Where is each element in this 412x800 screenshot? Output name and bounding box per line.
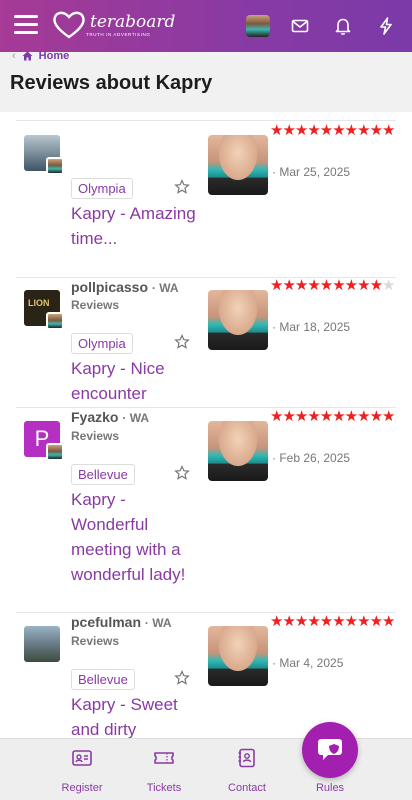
review-author[interactable]: Fyazko · WA	[71, 409, 149, 425]
ticket-icon	[154, 752, 174, 764]
star-outline-icon[interactable]	[174, 465, 190, 481]
review-title[interactable]: Kapry - Wonderful meeting with a wonderf…	[71, 487, 201, 587]
rating-stars: ★★★★★★★★★★	[270, 277, 396, 294]
id-card-icon	[72, 750, 92, 766]
reviewed-avatar	[46, 443, 64, 461]
site-logo[interactable]: teraboard TRUTH IN ADVERTISING	[52, 10, 175, 40]
nav-tickets[interactable]: Tickets	[129, 747, 199, 794]
top-bar: teraboard TRUTH IN ADVERTISING	[0, 0, 412, 52]
bell-icon[interactable]	[333, 16, 353, 36]
review-title[interactable]: Kapry - Sweet and dirty	[71, 692, 201, 742]
review-date: · Feb 26, 2025	[272, 451, 351, 465]
reviews-label: Reviews	[71, 429, 120, 443]
author-region: WA	[152, 616, 172, 630]
nav-contact[interactable]: Contact	[212, 747, 282, 794]
reviewed-avatar	[46, 312, 64, 330]
list-item[interactable]: LION pollpicasso · WA Reviews Olympia Ka…	[16, 277, 396, 407]
logo-text: teraboard	[90, 12, 176, 32]
chevron-left-icon: ‹	[12, 50, 16, 62]
author-name[interactable]: pcefulman	[71, 614, 141, 630]
bolt-icon[interactable]	[376, 16, 396, 36]
list-item[interactable]: Olympia Kapry - Amazing time... ★★★★★★★★…	[16, 120, 396, 277]
heart-logo-icon	[53, 11, 85, 39]
location-tag[interactable]: Bellevue	[71, 669, 135, 690]
rating-stars: ★★★★★★★★★★	[270, 122, 395, 139]
avatar-text: LION	[28, 298, 50, 308]
nav-register-label: Register	[61, 782, 103, 794]
author-region: WA	[129, 411, 150, 425]
review-date: · Mar 18, 2025	[272, 320, 351, 334]
home-icon	[22, 51, 33, 61]
nav-rules-label: Rules	[315, 782, 345, 794]
page-title: Reviews about Kapry	[10, 72, 213, 94]
rules-fab-button[interactable]	[302, 722, 358, 778]
menu-icon[interactable]	[14, 15, 38, 35]
reviews-label: Reviews	[71, 634, 120, 648]
account-avatar[interactable]	[246, 15, 270, 37]
review-author[interactable]: pollpicasso · WA	[71, 279, 179, 295]
contact-book-icon	[238, 748, 255, 768]
review-title[interactable]: Kapry - Amazing time...	[71, 201, 201, 251]
review-author[interactable]: pcefulman · WA	[71, 614, 172, 630]
nav-contact-label: Contact	[228, 782, 266, 794]
review-date: · Mar 4, 2025	[272, 656, 344, 670]
location-tag[interactable]: Bellevue	[71, 464, 135, 485]
review-thumbnail[interactable]	[208, 135, 268, 195]
chat-shield-icon	[318, 739, 342, 760]
review-title[interactable]: Kapry - Nice encounter	[71, 356, 201, 406]
review-date-text: Feb 26, 2025	[279, 451, 351, 465]
review-date: · Mar 25, 2025	[272, 165, 351, 179]
review-date-text: Mar 4, 2025	[279, 656, 344, 670]
mail-icon[interactable]	[290, 16, 310, 36]
list-item[interactable]: P Fyazko · WA Reviews Bellevue Kapry - W…	[16, 407, 396, 612]
author-name[interactable]: Fyazko	[71, 409, 118, 425]
location-tag[interactable]: Olympia	[71, 178, 133, 199]
nav-register[interactable]: Register	[47, 747, 117, 794]
review-thumbnail[interactable]	[208, 626, 268, 686]
star-outline-icon[interactable]	[174, 670, 190, 686]
avatar[interactable]	[24, 626, 60, 662]
review-date-text: Mar 18, 2025	[279, 320, 351, 334]
reviews-label: Reviews	[71, 298, 120, 312]
star-outline-icon[interactable]	[174, 179, 190, 195]
rating-stars: ★★★★★★★★★★	[270, 408, 395, 425]
nav-tickets-label: Tickets	[146, 782, 182, 794]
breadcrumb-home[interactable]: Home	[39, 50, 70, 62]
review-date-text: Mar 25, 2025	[279, 165, 351, 179]
review-thumbnail[interactable]	[208, 421, 268, 481]
star-outline-icon[interactable]	[174, 334, 190, 350]
review-thumbnail[interactable]	[208, 290, 268, 350]
reviewed-avatar	[46, 157, 64, 175]
location-tag[interactable]: Olympia	[71, 333, 133, 354]
rating-stars: ★★★★★★★★★★	[270, 613, 395, 630]
author-region: WA	[159, 281, 179, 295]
author-name[interactable]: pollpicasso	[71, 279, 148, 295]
breadcrumb[interactable]: ‹ Home	[12, 50, 69, 62]
logo-tagline: TRUTH IN ADVERTISING	[86, 32, 151, 37]
